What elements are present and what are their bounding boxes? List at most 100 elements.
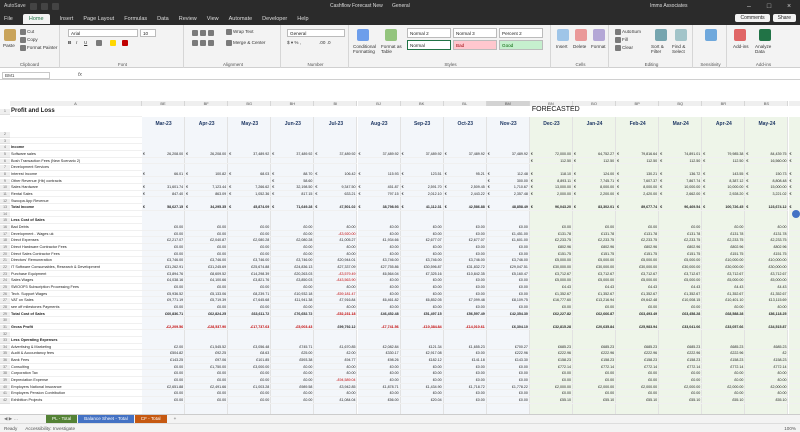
data-cell[interactable]: £33,041.06 (659, 325, 703, 331)
data-cell[interactable]: -£59,181.47 (314, 292, 358, 298)
data-cell[interactable]: £131.78 (702, 232, 746, 238)
data-cell[interactable]: £0.00 (745, 225, 789, 231)
data-cell[interactable]: £1,352.67 (745, 292, 789, 298)
row-header[interactable]: 12 (0, 198, 10, 205)
data-cell[interactable]: €37,489.92 (400, 152, 444, 158)
data-cell[interactable]: £62,824.25 (185, 312, 229, 318)
data-cell[interactable]: £0.00 (185, 245, 229, 251)
data-cell[interactable]: £11,941.38 (271, 298, 315, 304)
align-left-icon[interactable] (192, 40, 198, 46)
data-cell[interactable]: £56.00 (357, 398, 401, 404)
sheet-tab-pl-total[interactable]: PL - Total (46, 415, 78, 423)
data-cell[interactable]: £0.00 (659, 391, 703, 397)
data-cell[interactable]: £0.00 (185, 391, 229, 397)
data-cell[interactable]: £10,000.00 (702, 258, 746, 264)
row-header[interactable]: 7 (0, 165, 10, 171)
data-cell[interactable]: £0.00 (228, 378, 272, 384)
save-icon[interactable] (29, 3, 37, 10)
row-header[interactable]: 16 (0, 225, 10, 231)
italic-button[interactable]: I (76, 40, 77, 45)
tab-developer[interactable]: Developer (262, 16, 287, 22)
data-cell[interactable]: £151.75 (659, 252, 703, 258)
row-header[interactable]: 25 (0, 284, 10, 291)
data-cell[interactable]: £2,233.75 (529, 238, 573, 244)
data-cell[interactable]: £1,878.71 (357, 385, 401, 391)
data-cell[interactable]: £5,000.00 (659, 278, 703, 284)
data-cell[interactable]: £3,712.67 (573, 272, 617, 278)
data-cell[interactable]: £1,934.66 (357, 238, 401, 244)
data-cell[interactable]: £131.78 (659, 232, 703, 238)
delete-icon[interactable] (575, 29, 587, 41)
spreadsheet-grid[interactable]: A BE BF BG BH BI BJ BK BL BM BN BO BP BQ BR BS FORECASTE… (0, 101, 800, 419)
format-painter-button[interactable]: Format Painter (20, 45, 57, 51)
data-cell[interactable]: £0.00 (314, 252, 358, 258)
data-cell[interactable]: £0.00 (357, 285, 401, 291)
data-cell[interactable]: -£43,563.90 (314, 278, 358, 284)
data-cell[interactable]: £56,597.49 (443, 312, 487, 318)
data-cell[interactable]: £0.00 (443, 245, 487, 251)
data-cell[interactable]: £222.96 (573, 351, 617, 358)
data-cell[interactable]: £1,352.67 (616, 292, 660, 298)
data-cell[interactable]: €37,489.92 (443, 152, 487, 158)
data-cell[interactable]: £2.00 (142, 345, 186, 351)
data-cell[interactable]: £0.00 (529, 391, 573, 397)
data-cell[interactable]: £0.00 (142, 285, 186, 291)
data-cell[interactable]: €123,674.12 (745, 205, 789, 211)
tab-view[interactable]: View (207, 16, 219, 22)
data-cell[interactable] (185, 159, 229, 165)
data-cell[interactable]: €16,1 (788, 159, 800, 165)
data-cell[interactable]: £4.43 (573, 285, 617, 291)
data-cell[interactable]: £772.14 (659, 365, 703, 371)
data-cell[interactable]: €84,439.75 (745, 152, 789, 158)
data-cell[interactable]: £33,057.66 (702, 325, 746, 331)
data-cell[interactable]: £0.00 (529, 305, 573, 311)
data-cell[interactable]: £0.00 (486, 305, 530, 311)
data-cell[interactable]: £1,718.72 (443, 385, 487, 391)
data-cell[interactable]: £8,609.52 (185, 272, 229, 278)
data-cell[interactable]: £222.96 (616, 351, 660, 358)
column-header-a[interactable]: A (10, 101, 142, 106)
data-cell[interactable] (314, 179, 358, 185)
share-button[interactable]: Share (772, 14, 796, 22)
data-cell[interactable]: £2,233.75 (573, 238, 617, 244)
data-cell[interactable]: £685.23 (659, 345, 703, 351)
data-cell[interactable]: £151.75 (529, 252, 573, 258)
data-cell[interactable]: €115.93 (357, 172, 401, 178)
data-cell[interactable]: £0.00 (228, 225, 272, 231)
row-header[interactable]: 8 (0, 171, 10, 178)
data-cell[interactable]: £30,000.00 (573, 265, 617, 271)
data-cell[interactable]: £0.00 (486, 285, 530, 291)
row-header[interactable]: 31 (0, 324, 10, 331)
data-cell[interactable]: £0.00 (357, 378, 401, 384)
data-cell[interactable]: £14,298.39 (228, 272, 272, 278)
data-cell[interactable]: £2,000.00 (702, 385, 746, 391)
data-cell[interactable]: €37,489.92 (357, 152, 401, 158)
format-table-icon[interactable] (385, 29, 397, 41)
data-cell[interactable]: £3,712.67 (616, 272, 660, 278)
data-cell[interactable]: £0.00 (702, 391, 746, 397)
data-cell[interactable]: €34,295.35 (185, 205, 229, 211)
data-cell[interactable]: £0.00 (271, 232, 315, 238)
data-cell[interactable]: £ (788, 371, 800, 377)
data-cell[interactable]: €95.21 (443, 172, 487, 178)
data-cell[interactable]: €106.42 (314, 172, 358, 178)
data-cell[interactable]: £51,497.15 (400, 312, 444, 318)
data-cell[interactable]: €2,662.00 (659, 192, 703, 198)
data-cell[interactable]: €2,443.22 (443, 192, 487, 198)
paste-icon[interactable] (4, 29, 16, 41)
data-cell[interactable]: £2,0 (788, 385, 800, 391)
data-cell[interactable]: £42,354.30 (486, 312, 530, 318)
data-cell[interactable]: £0.00 (573, 378, 617, 384)
data-cell[interactable]: £2,233.75 (659, 238, 703, 244)
data-cell[interactable]: €47,501.02 (314, 205, 358, 211)
data-cell[interactable]: £1 (788, 358, 800, 364)
column-header[interactable]: BJ (357, 101, 401, 106)
data-cell[interactable]: -£10,384.84 (400, 325, 444, 331)
data-cell[interactable]: £25,983.94 (616, 325, 660, 331)
row-header[interactable]: 41 (0, 391, 10, 397)
data-cell[interactable]: €7,745.71 (573, 179, 617, 185)
data-cell[interactable]: £55.10 (659, 398, 703, 404)
data-cell[interactable]: £0.00 (357, 252, 401, 258)
data-cell[interactable]: £0.00 (228, 232, 272, 238)
data-cell[interactable]: £ (788, 398, 800, 404)
